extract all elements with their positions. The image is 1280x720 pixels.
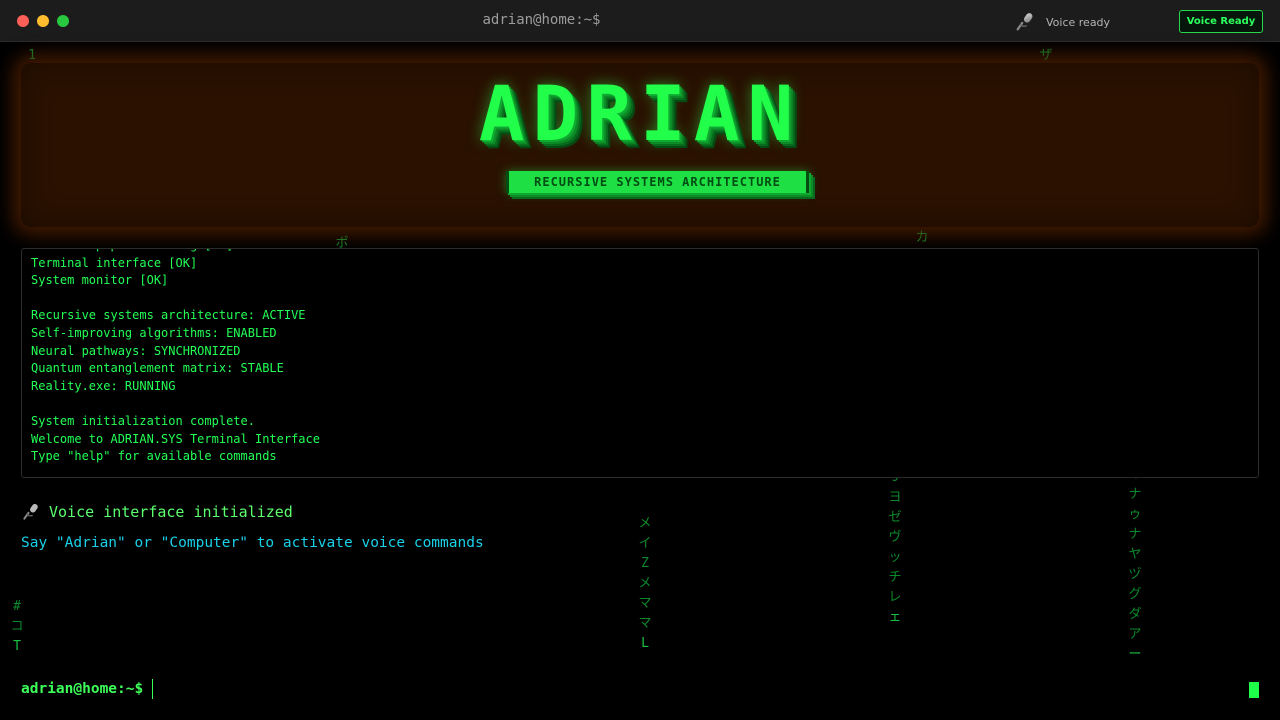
voice-ready-button[interactable]: Voice Ready — [1179, 10, 1263, 33]
matrix-rain-column: # コ T — [9, 597, 25, 657]
terminal-output[interactable]: Research paper indexing [OK]Terminal int… — [21, 248, 1259, 478]
rain-glyph: T — [13, 639, 21, 654]
log-line: Recursive systems architecture: ACTIVE — [31, 308, 306, 323]
voice-initialized-text: Voice interface initialized — [49, 503, 293, 521]
rain-glyph: ヤ — [1128, 547, 1142, 562]
command-input[interactable] — [152, 679, 1203, 699]
window-titlebar: adrian@home:~$ Voice ready Voice Ready — [0, 0, 1280, 42]
rain-glyph: ナ — [1128, 527, 1142, 542]
log-line: Self-improving algorithms: ENABLED — [31, 325, 277, 340]
log-line: Quantum entanglement matrix: STABLE — [31, 361, 284, 376]
rain-glyph: マ — [638, 616, 652, 631]
rain-glyph: L — [641, 636, 649, 651]
rain-glyph: ゥ — [1128, 507, 1142, 522]
rain-glyph: ヨ — [888, 490, 902, 505]
matrix-rain-column: メイZメママL — [637, 514, 653, 654]
voice-status-text: Voice ready — [1046, 15, 1111, 29]
rain-glyph: コ — [10, 619, 24, 634]
log-line: Reality.exe: RUNNING — [31, 378, 176, 393]
rain-glyph: レ — [888, 590, 902, 605]
prompt-label: adrian@home:~$ — [21, 681, 144, 697]
log-line: Terminal interface [OK] — [31, 255, 198, 270]
rain-glyph: ゼ — [888, 510, 902, 525]
microphone-icon — [1016, 13, 1033, 31]
window-title: adrian@home:~$ — [482, 12, 601, 28]
rain-glyph: マ — [638, 596, 652, 611]
adrian-logo: ADRIAN — [478, 69, 802, 158]
rain-glyph: チ — [888, 570, 902, 585]
rain-glyph: ー — [1128, 647, 1142, 662]
microphone-icon — [23, 503, 38, 520]
rain-glyph: メ — [638, 516, 652, 531]
rain-glyph: # — [13, 599, 21, 614]
rain-glyph: Z — [641, 556, 649, 571]
rain-glyph: カ — [915, 230, 929, 245]
rain-glyph: ヴ — [888, 530, 902, 545]
log-line: System monitor [OK] — [31, 273, 169, 288]
log-line: Research paper indexing [OK] — [31, 249, 320, 255]
rain-glyph: ェ — [888, 610, 902, 625]
banner-subtitle: RECURSIVE SYSTEMS ARCHITECTURE — [506, 171, 809, 193]
log-line: Welcome to ADRIAN.SYS Terminal Interface — [31, 431, 320, 446]
log-line: Type "help" for available commands — [31, 449, 277, 464]
rain-glyph: イ — [638, 536, 652, 551]
rain-glyph: ダ — [1128, 607, 1142, 622]
command-prompt: adrian@home:~$ — [21, 679, 1203, 699]
rain-glyph: グ — [1128, 587, 1142, 602]
ascii-banner: ADRIAN RECURSIVE SYSTEMS ARCHITECTURE — [21, 63, 1259, 227]
rain-glyph: ッ — [888, 550, 902, 565]
terminal-output-lines: Research paper indexing [OK]Terminal int… — [31, 249, 320, 477]
log-line: Neural pathways: SYNCHRONIZED — [31, 343, 241, 358]
block-cursor — [1249, 682, 1259, 698]
log-line: System initialization complete. — [31, 413, 255, 428]
rain-glyph: ヅ — [1128, 567, 1142, 582]
voice-activation-hint: Say "Adrian" or "Computer" to activate v… — [21, 535, 484, 551]
rain-glyph: ア — [1128, 627, 1142, 642]
rain-glyph: メ — [638, 576, 652, 591]
voice-initialized-message: Voice interface initialized — [21, 502, 293, 522]
rain-glyph: ナ — [1128, 487, 1142, 502]
voice-status: Voice ready — [1014, 11, 1110, 33]
